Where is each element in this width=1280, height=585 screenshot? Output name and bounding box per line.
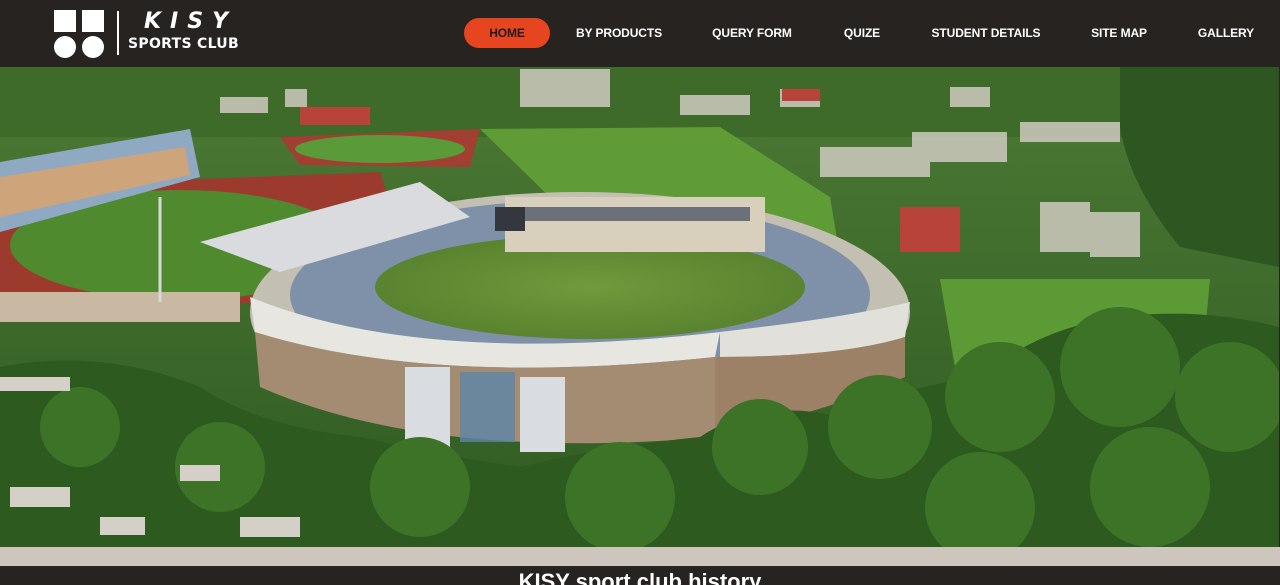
stadium-aerial-photo xyxy=(0,67,1279,547)
main-nav: HOME BY PRODUCTS QUERY FORM QUIZE STUDEN… xyxy=(0,18,1280,48)
divider-strip xyxy=(0,547,1280,566)
nav-by-products[interactable]: BY PRODUCTS xyxy=(572,18,666,48)
nav-home[interactable]: HOME xyxy=(464,18,550,48)
site-header: KISY SPORTS CLUB HOME BY PRODUCTS QUERY … xyxy=(0,0,1280,67)
nav-gallery[interactable]: GALLERY xyxy=(1193,18,1259,48)
hero-image xyxy=(0,67,1279,547)
section-title: KISY sport club history xyxy=(518,569,762,585)
nav-quize[interactable]: QUIZE xyxy=(838,18,886,48)
nav-query-form[interactable]: QUERY FORM xyxy=(708,18,796,48)
nav-student-details[interactable]: STUDENT DETAILS xyxy=(926,18,1046,48)
nav-site-map[interactable]: SITE MAP xyxy=(1086,18,1152,48)
